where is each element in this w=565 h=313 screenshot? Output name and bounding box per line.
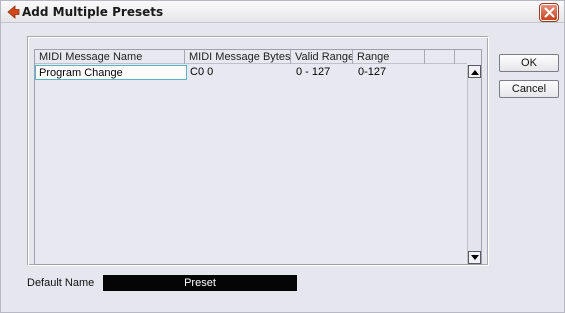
title-bar: Add Multiple Presets bbox=[1, 1, 564, 23]
cell-midi-message-bytes[interactable]: C0 0 bbox=[187, 65, 291, 80]
column-header-valid-range[interactable]: Valid Range bbox=[291, 50, 353, 64]
presets-table: MIDI Message Name MIDI Message Bytes Val… bbox=[34, 49, 482, 265]
add-multiple-presets-dialog: Add Multiple Presets MIDI Message Name M… bbox=[0, 0, 565, 313]
column-header-midi-message-name[interactable]: MIDI Message Name bbox=[35, 50, 185, 64]
default-name-label: Default Name bbox=[27, 277, 95, 289]
cell-range[interactable]: 0-127 bbox=[355, 65, 425, 80]
cell-midi-message-name[interactable]: Program Change bbox=[35, 65, 187, 80]
scroll-down-button[interactable] bbox=[468, 251, 481, 264]
scroll-up-button[interactable] bbox=[468, 65, 481, 78]
cancel-button[interactable]: Cancel bbox=[499, 80, 559, 98]
ok-button[interactable]: OK bbox=[499, 54, 559, 72]
arrow-down-icon bbox=[471, 255, 479, 260]
table-header: MIDI Message Name MIDI Message Bytes Val… bbox=[35, 50, 467, 64]
dialog-title: Add Multiple Presets bbox=[22, 5, 164, 19]
column-header-range[interactable]: Range bbox=[353, 50, 425, 64]
default-name-field[interactable]: Preset bbox=[103, 275, 297, 291]
presets-group: MIDI Message Name MIDI Message Bytes Val… bbox=[27, 36, 489, 266]
arrow-up-icon bbox=[471, 70, 479, 75]
dialog-body: MIDI Message Name MIDI Message Bytes Val… bbox=[1, 24, 564, 312]
column-header-midi-message-bytes[interactable]: MIDI Message Bytes bbox=[185, 50, 291, 64]
cell-valid-range[interactable]: 0 - 127 bbox=[293, 65, 353, 80]
column-header-empty bbox=[425, 50, 455, 64]
close-button[interactable] bbox=[539, 3, 559, 22]
close-icon bbox=[544, 7, 555, 18]
table-row[interactable]: Program Change C0 0 0 - 127 0-127 bbox=[35, 65, 467, 80]
vertical-scrollbar[interactable] bbox=[467, 65, 481, 264]
cubase-arrow-icon bbox=[6, 5, 20, 19]
